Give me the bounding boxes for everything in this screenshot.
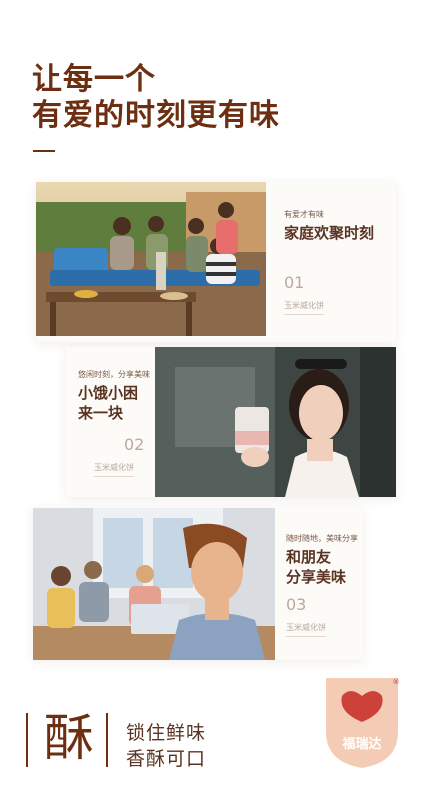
headline: 让每一个 有爱的时刻更有味: [32, 62, 280, 134]
card-2-number: 02: [124, 435, 145, 454]
family-gathering-photo: [36, 182, 266, 336]
slogan-bar-left: [26, 713, 28, 767]
brand-logo: 福瑞达 ®: [320, 670, 404, 770]
card-3-title-line-1: 和朋友: [286, 548, 332, 566]
headline-divider: [33, 150, 55, 152]
card-3-number: 03: [286, 595, 307, 614]
card-2-title-line-2: 来一块: [78, 404, 124, 422]
card-2-text: 悠闲时刻，分享美味 小饿小困 来一块 02 玉米威化饼: [78, 370, 150, 477]
card-1-text: 有爱才有味 家庭欢聚时刻 01 玉米威化饼: [284, 210, 374, 315]
headline-line-1: 让每一个: [32, 62, 156, 97]
card-3-text: 随时随地，美味分享 和朋友 分享美味 03 玉米威化饼: [286, 534, 358, 637]
card-2-title-line-1: 小饿小困: [78, 384, 139, 402]
brand-logo-text: 福瑞达: [341, 736, 381, 752]
slogan-bar-right: [106, 713, 108, 767]
card-2-product: 玉米威化饼: [94, 462, 134, 477]
card-1-product: 玉米威化饼: [284, 300, 324, 315]
card-3-product: 玉米威化饼: [286, 622, 326, 637]
card-2-kicker: 悠闲时刻，分享美味: [78, 370, 150, 379]
headline-line-2: 有爱的时刻更有味: [32, 98, 280, 133]
card-1-title: 家庭欢聚时刻: [284, 224, 375, 242]
slogan-line-1: 锁住鲜味: [126, 722, 207, 744]
card-3-title-line-2: 分享美味: [286, 568, 347, 586]
friends-sharing-photo: [33, 508, 275, 660]
woman-with-cup-photo: [155, 347, 396, 497]
card-1-kicker: 有爱才有味: [284, 210, 324, 219]
card-3-kicker: 随时随地，美味分享: [286, 534, 358, 543]
slogan-lines: 锁住鲜味 香酥可口: [126, 720, 206, 772]
card-1-number: 01: [284, 273, 305, 292]
slogan-big-char: 酥: [44, 709, 94, 767]
slogan-line-2: 香酥可口: [126, 748, 207, 770]
brand-logo-registered: ®: [393, 678, 400, 686]
